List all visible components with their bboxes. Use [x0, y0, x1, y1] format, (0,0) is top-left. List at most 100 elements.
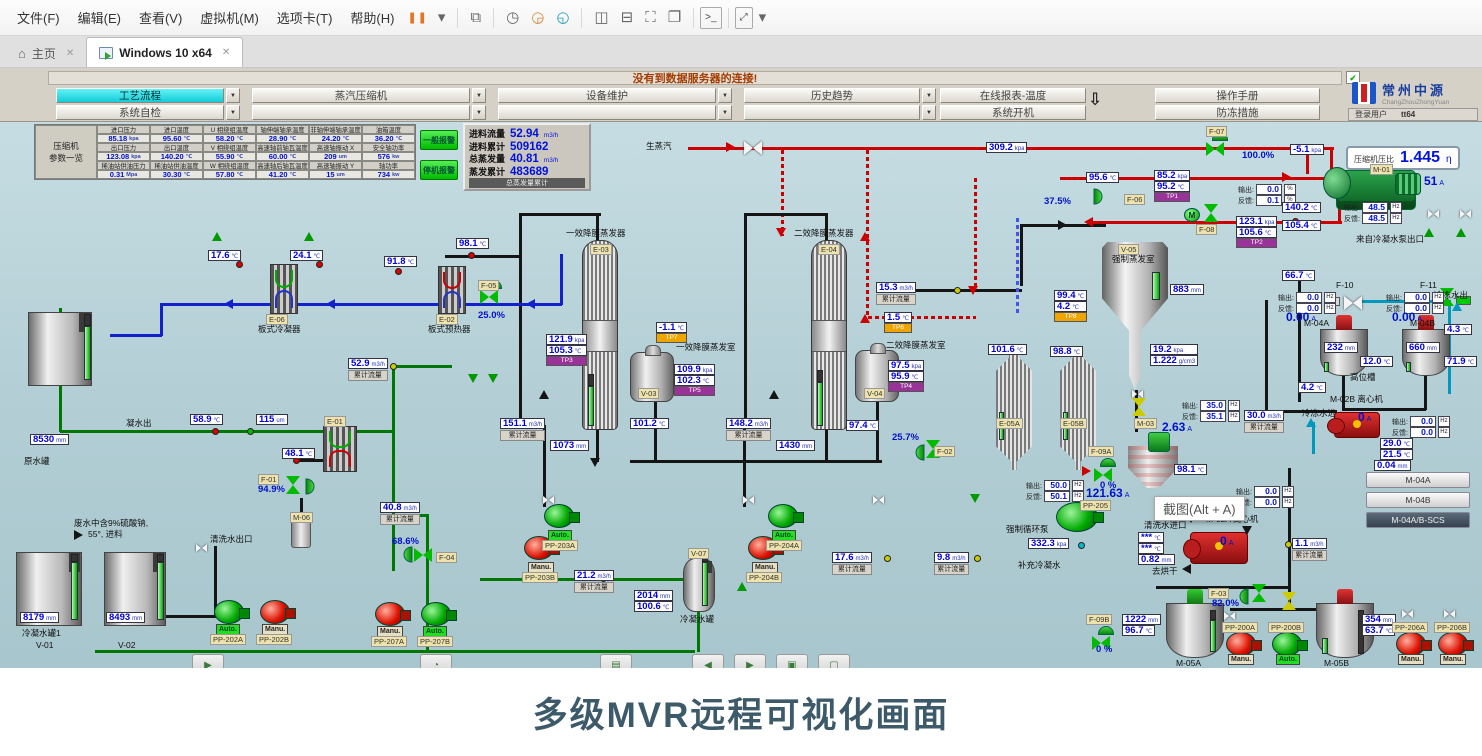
junction-dot [1078, 542, 1085, 549]
vm-icon [99, 47, 113, 59]
toolbar-separator [457, 8, 458, 28]
button-M-04A/B-SCS[interactable]: M-04A/B-SCS [1366, 512, 1470, 528]
page-caption: 多级MVR远程可视化画面 [0, 668, 1482, 756]
pump-pp-207b[interactable] [421, 602, 451, 626]
text-label: M-04A [1304, 318, 1329, 328]
pager-next-icon[interactable]: ▶ [734, 654, 766, 668]
valve-f-06[interactable] [1094, 189, 1103, 205]
valve-small[interactable] [543, 496, 554, 505]
layout-left-icon[interactable]: ◫ [588, 7, 614, 29]
junction-dot [395, 268, 402, 275]
manage-snapshot-icon[interactable]: ◵ [550, 7, 575, 29]
pump-pp-203a[interactable] [544, 504, 574, 528]
valve-small[interactable] [1132, 390, 1143, 399]
pump-pp-206a[interactable] [1396, 632, 1426, 656]
valve-small[interactable] [1402, 610, 1413, 619]
text-label: 清洗水出口 [210, 534, 253, 544]
close-icon[interactable]: ✕ [66, 48, 74, 59]
valve-small[interactable] [1444, 610, 1455, 619]
valve-f-05[interactable] [480, 290, 498, 304]
caret-down-icon[interactable]: ▾ [753, 7, 773, 29]
pump-pp-202a[interactable] [214, 600, 244, 624]
pause-icon[interactable]: ❚❚ [403, 9, 431, 26]
taskbar-grid-icon[interactable]: ▣ [776, 654, 808, 668]
pump-pp-202b[interactable] [260, 600, 290, 624]
valve-small[interactable] [1428, 210, 1439, 219]
pump-pp-206b[interactable] [1438, 632, 1468, 656]
pump-pp-200a[interactable] [1226, 632, 1256, 656]
motor-valve[interactable] [1204, 204, 1218, 222]
button-M-04A[interactable]: M-04A [1366, 472, 1470, 488]
tag-V-04: V-04 [864, 388, 885, 399]
value-98.1: 98.1℃ [1174, 464, 1207, 475]
menu-item-file[interactable]: 文件(F) [8, 4, 69, 31]
value-309.2: 309.2kpa [986, 142, 1027, 153]
pump-pp-200b[interactable] [1272, 632, 1302, 656]
pager-prev-icon[interactable]: ◀ [692, 654, 724, 668]
valve-f-04[interactable] [414, 548, 432, 562]
menu-item-help[interactable]: 帮助(H) [341, 4, 403, 31]
junction-dot [247, 428, 254, 435]
steam-valve[interactable] [744, 141, 762, 155]
red-arrow-icon [860, 314, 870, 323]
fit-window-icon[interactable]: ⛶ [639, 7, 662, 29]
valve-f-03[interactable] [1252, 584, 1266, 602]
junction-dot [316, 261, 323, 268]
pump-pp-207a[interactable] [375, 602, 405, 626]
mode-Auto.[interactable]: Auto. [1276, 654, 1300, 665]
mode-Manu.[interactable]: Manu. [1440, 654, 1466, 665]
tab-home[interactable]: ⌂主页✕ [6, 39, 86, 67]
take-snapshot-icon[interactable]: ◷ [500, 7, 525, 29]
valve-small[interactable] [196, 544, 207, 553]
mode-Manu.[interactable]: Manu. [1398, 654, 1424, 665]
valve-small[interactable] [1224, 612, 1235, 621]
menu-item-tabs[interactable]: 选项卡(T) [268, 4, 342, 31]
mode-Manu.[interactable]: Manu. [1228, 654, 1254, 665]
flow-total-151.1: 151.1m3/h累计流量 [500, 418, 545, 441]
text-label: M-04B [1410, 318, 1435, 328]
tag-V-03: V-03 [638, 388, 659, 399]
valve-f-10[interactable] [1344, 296, 1362, 310]
valve-f-07[interactable] [1206, 142, 1224, 156]
valve-small[interactable] [743, 496, 754, 505]
menu-item-vm[interactable]: 虚拟机(M) [191, 4, 268, 31]
button-M-04B[interactable]: M-04B [1366, 492, 1470, 508]
vmware-window: 文件(F)编辑(E)查看(V)虚拟机(M)选项卡(T)帮助(H)❚❚▾⧉◷◶◵◫… [0, 0, 1482, 756]
valve-f-01[interactable] [286, 476, 300, 494]
fullscreen-icon[interactable]: ⤢ [735, 7, 753, 29]
value-71.9: 71.9℃ [1444, 356, 1477, 367]
tag-PP-202B: PP-202B [256, 634, 292, 645]
cascade-icon[interactable]: ❐ [662, 7, 687, 29]
actuator-f-03[interactable] [1240, 589, 1249, 605]
taskbar-play-icon[interactable]: ▶ [192, 654, 224, 668]
value-8530: 8530mm [30, 434, 69, 445]
taskbar-box-icon[interactable]: ▢ [818, 654, 850, 668]
valve-slurry[interactable] [1282, 592, 1296, 610]
actuator-f-04[interactable] [404, 547, 413, 563]
red-arrow-icon [776, 228, 786, 237]
actuator-f-01[interactable] [306, 479, 315, 495]
taskbar-files-icon[interactable]: ▤ [600, 654, 632, 668]
taskbar-clock-icon[interactable]: ◔ [420, 654, 452, 668]
valve-small[interactable] [1460, 210, 1471, 219]
pump-pp-204a[interactable] [768, 504, 798, 528]
actuator-f-09a[interactable] [1100, 458, 1116, 467]
actuator-f-02[interactable] [916, 445, 925, 461]
motor-indicator[interactable]: M [1184, 208, 1200, 222]
tab-vm[interactable]: Windows 10 x64✕ [86, 37, 243, 67]
actuator-f-09b[interactable] [1098, 626, 1114, 635]
blue-arrow-icon [224, 299, 233, 309]
caret-down-icon[interactable]: ▾ [432, 7, 452, 29]
tag-V-07: V-07 [688, 548, 709, 559]
console-icon[interactable]: >_ [700, 7, 721, 29]
valve-m-03[interactable] [1132, 398, 1146, 416]
revert-snapshot-icon[interactable]: ◶ [525, 7, 550, 29]
menu-item-edit[interactable]: 编辑(E) [69, 4, 130, 31]
send-to-display-icon[interactable]: ⧉ [464, 7, 487, 29]
close-icon[interactable]: ✕ [222, 47, 230, 58]
menu-item-view[interactable]: 查看(V) [130, 4, 191, 31]
valve-small[interactable] [873, 496, 884, 505]
value-63.7: 63.7℃ [1362, 625, 1395, 636]
layout-bottom-icon[interactable]: ⊟ [615, 7, 640, 29]
pid-diagram: M▶◔▤◀▶▣▢生蒸汽309.2kpaF-07100.0%-5.1kpa压缩机压… [0, 68, 1482, 668]
